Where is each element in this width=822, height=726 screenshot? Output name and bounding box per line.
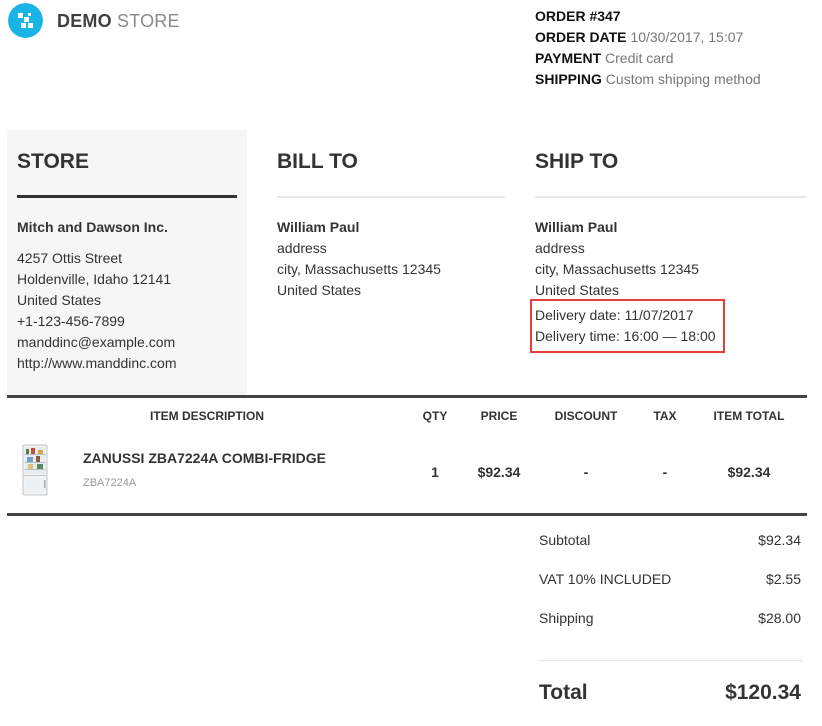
brand-light: STORE — [117, 11, 180, 31]
store-street: 4257 Ottis Street — [17, 250, 123, 266]
header-item-description: ITEM DESCRIPTION — [149, 409, 264, 423]
store-phone: +1-123-456-7899 — [17, 313, 125, 329]
ship-to-city: city, Massachusetts 12345 — [535, 261, 699, 277]
header-qty: QTY — [422, 409, 448, 423]
store-city: Holdenville, Idaho 12141 — [17, 271, 172, 287]
row-qty: 1 — [431, 464, 439, 480]
payment-value: Credit card — [605, 50, 674, 66]
ship-to-title: SHIP TO — [535, 150, 619, 173]
fridge-thumbnail — [22, 444, 48, 496]
store-address: Mitch and Dawson Inc. 4257 Ottis Street … — [17, 217, 177, 374]
store-country: United States — [17, 292, 102, 308]
store-title: STORE — [17, 150, 89, 173]
subtotal-value: $92.34 — [758, 532, 801, 548]
bill-to-divider — [277, 196, 505, 198]
store-divider — [17, 195, 237, 198]
order-date-value: 10/30/2017, 15:07 — [630, 29, 744, 45]
store-website: http://www.manddinc.com — [17, 355, 177, 371]
table-bottom-rule — [7, 513, 807, 516]
order-date-label: ORDER DATE — [535, 29, 627, 45]
header-tax: TAX — [653, 409, 677, 423]
bill-to-country: United States — [277, 282, 362, 298]
grand-total-label: Total — [539, 681, 588, 704]
table-top-rule — [7, 395, 807, 398]
ship-to-country: United States — [535, 282, 620, 298]
product-sku: ZBA7224A — [83, 477, 137, 489]
header-price: PRICE — [480, 409, 518, 423]
grand-total-value: $120.34 — [725, 681, 801, 704]
header-discount: DISCOUNT — [554, 409, 618, 423]
payment-label: PAYMENT — [535, 50, 602, 66]
totals-divider — [539, 660, 803, 661]
store-logo-icon — [8, 3, 43, 38]
shipping-total-value: $28.00 — [758, 610, 801, 626]
row-total: $92.34 — [727, 464, 771, 480]
brand-bold: DEMO — [57, 11, 112, 31]
store-name: Mitch and Dawson Inc. — [17, 219, 168, 235]
order-number: ORDER #347 — [535, 8, 621, 24]
store-email: manddinc@example.com — [17, 334, 176, 350]
ship-to-divider — [535, 196, 807, 198]
ship-to-name: William Paul — [535, 219, 618, 235]
product-name: ZANUSSI ZBA7224A COMBI-FRIDGE — [83, 450, 326, 466]
header-item-total: ITEM TOTAL — [713, 409, 785, 423]
bill-to-name: William Paul — [277, 219, 360, 235]
bill-to-city: city, Massachusetts 12345 — [277, 261, 441, 277]
bill-to-street: address — [277, 240, 327, 256]
row-price: $92.34 — [477, 464, 521, 480]
ship-to-street: address — [535, 240, 585, 256]
order-meta: ORDER #347 ORDER DATE 10/30/2017, 15:07 … — [535, 6, 761, 90]
bill-to-title: BILL TO — [277, 150, 358, 173]
shipping-value: Custom shipping method — [605, 71, 761, 87]
vat-label: VAT 10% INCLUDED — [539, 571, 672, 587]
subtotal-label: Subtotal — [539, 532, 591, 548]
row-tax: - — [662, 464, 668, 480]
shipping-label: SHIPPING — [535, 71, 602, 87]
vat-value: $2.55 — [765, 571, 801, 587]
row-discount: - — [583, 464, 589, 480]
store-logo-text: DEMO STORE — [57, 11, 180, 32]
shipping-total-label: Shipping — [539, 610, 594, 626]
delivery-highlight-box — [530, 299, 725, 353]
bill-to-address: William Paul address city, Massachusetts… — [277, 217, 441, 301]
